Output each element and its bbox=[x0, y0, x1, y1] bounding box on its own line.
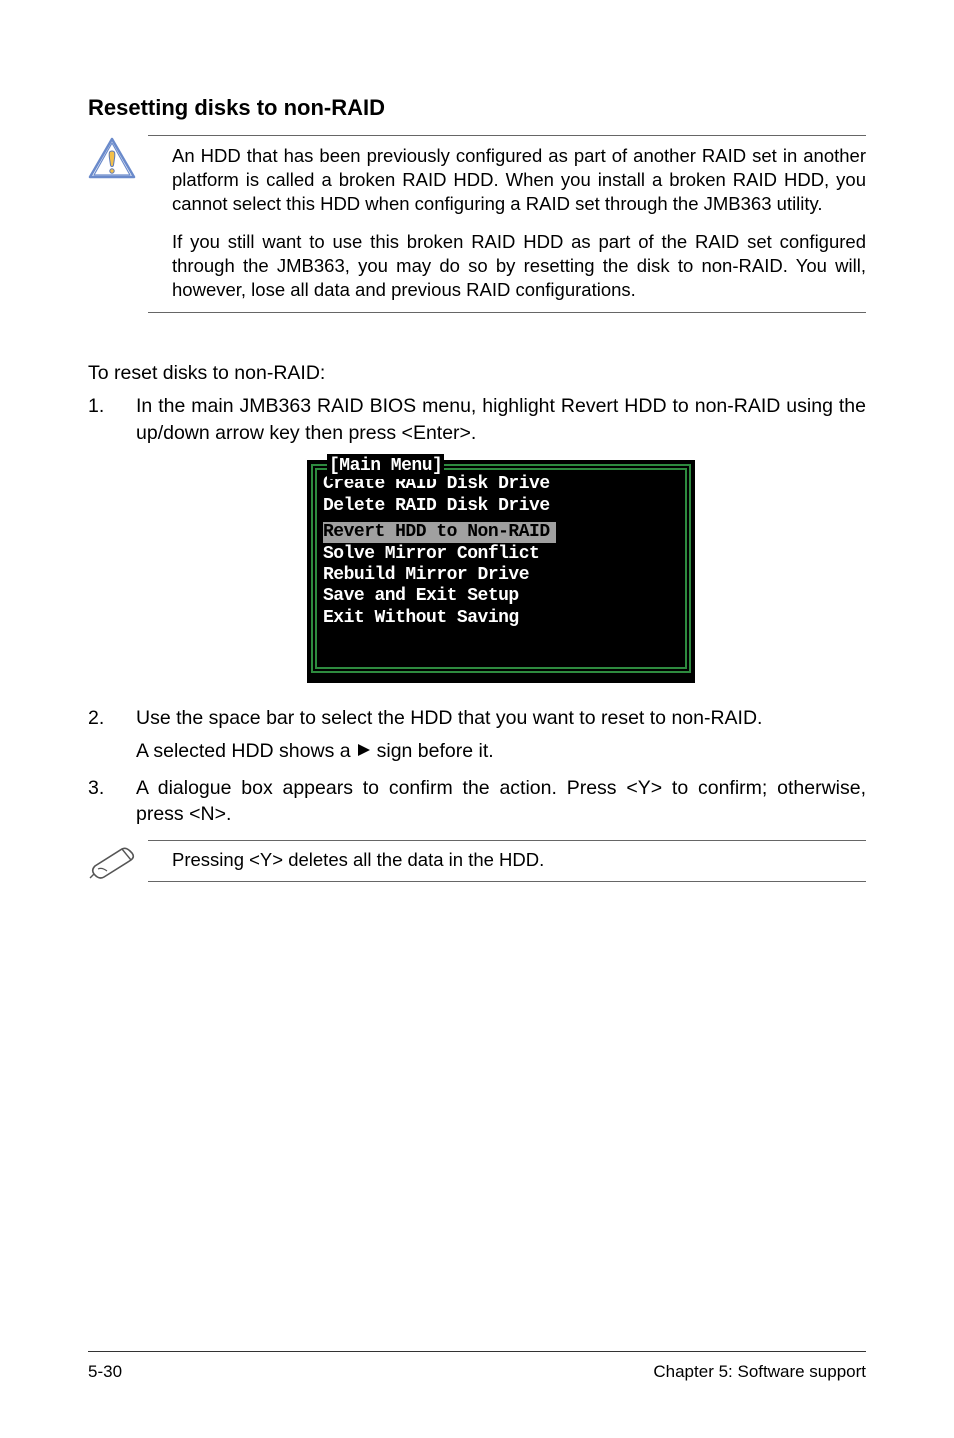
bios-item-exit-nosave: Exit Without Saving bbox=[323, 608, 679, 629]
step-3: A dialogue box appears to confirm the ac… bbox=[88, 775, 866, 829]
steps-list: In the main JMB363 RAID BIOS menu, highl… bbox=[88, 393, 866, 829]
page-footer: 5-30 Chapter 5: Software support bbox=[88, 1351, 866, 1382]
lead-text: To reset disks to non-RAID: bbox=[88, 361, 866, 386]
step-2-line2-pre: A selected HDD shows a bbox=[136, 738, 351, 765]
step-2-line2-post: sign before it. bbox=[377, 738, 494, 765]
step-2-line1: Use the space bar to select the HDD that… bbox=[136, 707, 762, 729]
footer-page-number: 5-30 bbox=[88, 1362, 122, 1382]
warning-paragraph-2: If you still want to use this broken RAI… bbox=[172, 230, 866, 302]
bios-item-delete: Delete RAID Disk Drive bbox=[323, 496, 679, 517]
bios-legend: [Main Menu] bbox=[327, 454, 444, 479]
step-1-text: In the main JMB363 RAID BIOS menu, highl… bbox=[136, 395, 866, 444]
warning-paragraph-1: An HDD that has been previously configur… bbox=[172, 144, 866, 216]
footer-chapter: Chapter 5: Software support bbox=[653, 1362, 866, 1382]
bios-item-rebuild: Rebuild Mirror Drive bbox=[323, 565, 679, 586]
pencil-note-icon bbox=[88, 842, 148, 880]
note-text: Pressing <Y> deletes all the data in the… bbox=[148, 840, 866, 882]
step-3-text: A dialogue box appears to confirm the ac… bbox=[136, 777, 866, 826]
bios-item-save-exit: Save and Exit Setup bbox=[323, 586, 679, 607]
bios-item-revert-selected: Revert HDD to Non-RAID bbox=[323, 522, 556, 543]
step-2: Use the space bar to select the HDD that… bbox=[88, 705, 866, 765]
bios-item-solve: Solve Mirror Conflict bbox=[323, 544, 679, 565]
step-1: In the main JMB363 RAID BIOS menu, highl… bbox=[88, 393, 866, 683]
triangle-marker-icon bbox=[357, 738, 371, 765]
note-callout: Pressing <Y> deletes all the data in the… bbox=[88, 840, 866, 882]
warning-callout: An HDD that has been previously configur… bbox=[88, 135, 866, 313]
bios-menu-screenshot: [Main Menu] Create RAID Disk Drive Delet… bbox=[307, 460, 695, 682]
section-heading: Resetting disks to non-RAID bbox=[88, 95, 866, 121]
warning-icon bbox=[88, 135, 148, 186]
